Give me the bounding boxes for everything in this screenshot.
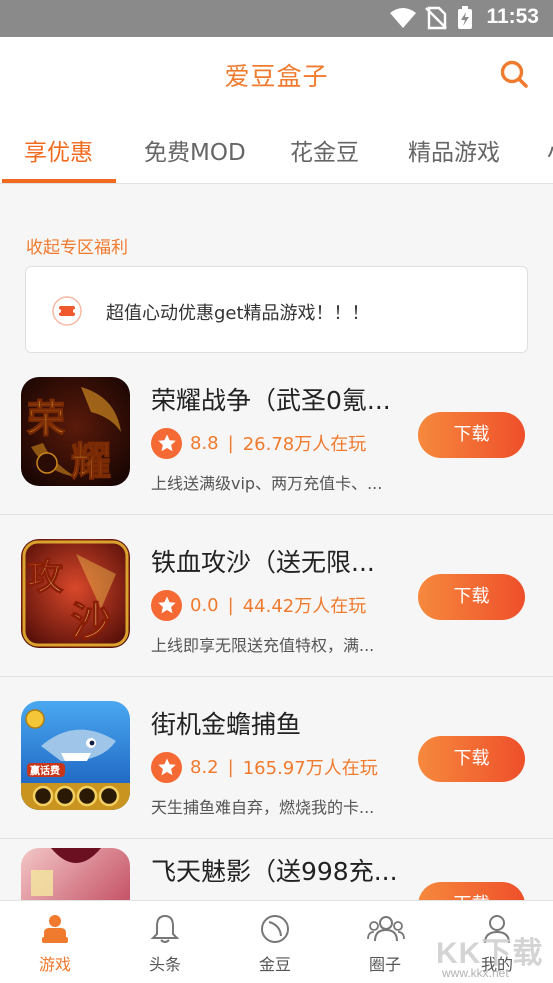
game-players: 165.97万人在玩: [242, 758, 378, 779]
battery-charging-icon: [458, 6, 472, 29]
nav-label: 圈子: [368, 955, 401, 974]
notice-card[interactable]: 超值心动优惠get精品游戏！！！: [25, 266, 528, 353]
svg-text:攻: 攻: [27, 556, 63, 598]
collapse-benefits-link[interactable]: 收起专区福利: [26, 233, 128, 258]
svg-text:荣: 荣: [27, 396, 65, 441]
star-icon: [151, 751, 182, 783]
game-title: 街机金蟾捕鱼: [151, 710, 302, 739]
tab-featured-games[interactable]: 精品游戏: [408, 133, 500, 167]
separator: |: [227, 594, 234, 616]
game-row[interactable]: 赢话费 街机金蟾捕鱼 8.2 | 165.97万人在玩 天生捕鱼难自弃，燃烧我的…: [0, 678, 553, 839]
game-title: 飞天魅影（送998充...: [151, 857, 398, 886]
game-stats: 0.0 | 44.42万人在玩: [151, 589, 366, 621]
category-tab-bar: 享优惠 免费MOD 花金豆 精品游戏 小: [0, 111, 553, 184]
coin-icon: [261, 915, 289, 943]
download-button[interactable]: 下载: [418, 574, 525, 620]
star-icon: [151, 427, 182, 459]
ticket-icon: [52, 296, 82, 326]
game-stats: 8.2 | 165.97万人在玩: [151, 751, 378, 783]
svg-text:沙: 沙: [71, 598, 111, 645]
nav-label: 头条: [148, 955, 181, 974]
star-icon: [151, 589, 182, 621]
game-row[interactable]: 攻 沙 铁血攻沙（送无限... 0.0 | 44.42万人在玩 上线即享无限送充…: [0, 516, 553, 677]
search-icon[interactable]: [499, 59, 529, 89]
game-icon[interactable]: [21, 848, 130, 900]
bell-icon: [150, 914, 180, 943]
game-description: 天生捕鱼难自弃，燃烧我的卡...: [151, 798, 375, 817]
nav-tab-circles[interactable]: 圈子: [330, 901, 440, 983]
game-description: 上线送满级vip、两万充值卡、...: [151, 474, 383, 493]
nav-tab-headlines[interactable]: 头条: [110, 901, 220, 983]
game-row[interactable]: 飞天魅影（送998充... 下载: [0, 840, 553, 900]
game-players: 44.42万人在玩: [242, 596, 367, 617]
game-icon[interactable]: 攻 沙: [21, 539, 130, 648]
status-time: 11:53: [486, 5, 539, 28]
game-rating: 8.2: [190, 756, 219, 778]
game-title: 荣耀战争（武圣0氪...: [151, 386, 391, 415]
nav-label: 游戏: [38, 955, 71, 974]
svg-text:耀: 耀: [71, 438, 111, 485]
game-title: 铁血攻沙（送无限...: [151, 548, 375, 577]
nav-tab-games[interactable]: 游戏: [0, 901, 110, 983]
status-bar: 11:53: [0, 0, 553, 37]
notice-text: 超值心动优惠get精品游戏！！！: [106, 303, 370, 324]
download-button[interactable]: 下载: [418, 882, 525, 900]
svg-text:赢话费: 赢话费: [30, 764, 60, 777]
group-icon: [367, 916, 405, 942]
game-rating: 8.8: [190, 432, 219, 454]
tab-discounts[interactable]: 享优惠: [24, 133, 93, 167]
nav-tab-gold-beans[interactable]: 金豆: [220, 901, 330, 983]
no-sim-icon: [425, 6, 447, 30]
game-icon[interactable]: 赢话费: [21, 701, 130, 810]
tab-overflow[interactable]: 小: [547, 133, 553, 167]
watermark-url: www.kkx.net: [442, 966, 509, 980]
app-header: 爱豆盒子: [0, 37, 553, 111]
game-description: 上线即享无限送充值特权，满...: [151, 636, 375, 655]
tab-free-mod[interactable]: 免费MOD: [144, 133, 246, 167]
game-icon[interactable]: 荣 耀: [21, 377, 130, 486]
wifi-icon: [390, 8, 416, 28]
game-stats: 8.8 | 26.78万人在玩: [151, 427, 366, 459]
game-rating: 0.0: [190, 594, 219, 616]
download-button[interactable]: 下载: [418, 412, 525, 458]
download-button[interactable]: 下载: [418, 736, 525, 782]
page-title: 爱豆盒子: [224, 62, 329, 91]
separator: |: [227, 432, 234, 454]
game-row[interactable]: 荣 耀 荣耀战争（武圣0氪... 8.8 | 26.78万人在玩 上线送满级vi…: [0, 354, 553, 515]
game-players: 26.78万人在玩: [242, 434, 367, 455]
watermark: KK下载 www.kkx.net: [432, 928, 552, 980]
separator: |: [227, 756, 234, 778]
active-tab-indicator: [2, 179, 116, 183]
nav-label: 金豆: [258, 955, 291, 974]
game-person-icon: [42, 915, 68, 943]
tab-gold-beans[interactable]: 花金豆: [290, 133, 359, 167]
